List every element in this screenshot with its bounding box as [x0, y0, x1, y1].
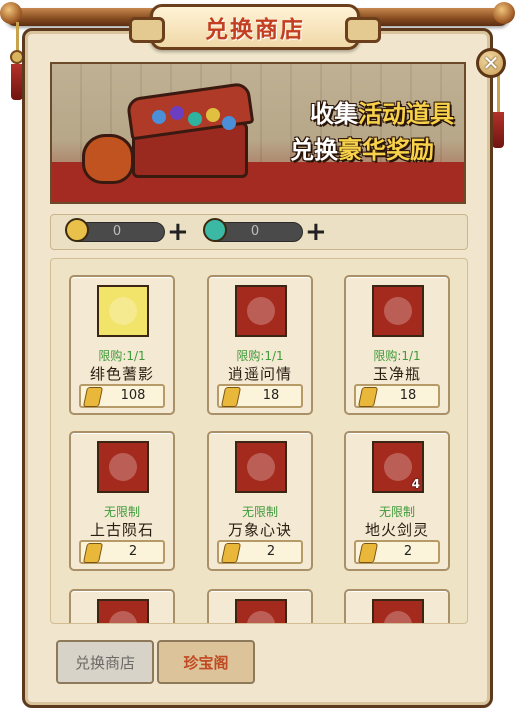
item-price: 2: [403, 544, 413, 559]
item-price: 108: [120, 388, 146, 403]
coin-bag-icon: [82, 134, 134, 184]
jade-vase-icon: [372, 285, 424, 337]
meteorite-icon: [97, 441, 149, 493]
item-price: 18: [262, 388, 280, 403]
event-banner: 收集活动道具 兑换豪华奖励: [50, 62, 466, 204]
item-price: 18: [399, 388, 417, 403]
item-count-badge: 4: [411, 477, 420, 491]
currency-jade: 0 +: [203, 218, 327, 245]
rod-knob-right: [493, 2, 515, 24]
banner-line-2: 兑换豪华奖励: [290, 136, 434, 164]
gold-leaf-coin-icon: [220, 543, 242, 563]
rod-knob-left: [0, 2, 22, 24]
tab-exchange-shop[interactable]: 兑换商店: [56, 640, 154, 684]
item-card[interactable]: 无限制上古陨石 2: [69, 431, 175, 571]
item-name: 绯色蓍影: [89, 365, 154, 383]
close-icon: ✕: [482, 51, 500, 75]
jade-ring-icon: [203, 218, 227, 242]
gold-leaf-coin-icon: [220, 387, 242, 407]
flame-spirit-icon: 4: [372, 441, 424, 493]
partial-item-icon: [235, 599, 287, 623]
gold-leaf-coin-icon: [357, 543, 379, 563]
item-card[interactable]: 限购:1/1 绯色蓍影 108: [69, 275, 175, 415]
item-name: 万象心诀: [227, 521, 292, 539]
item-card[interactable]: [207, 589, 313, 623]
item-card[interactable]: 限购:1/1 逍遥问情 18: [207, 275, 313, 415]
item-purchase-limit: 限购:1/1: [98, 349, 146, 363]
treasure-chest-icon: [122, 81, 255, 178]
partial-item-icon: [372, 599, 424, 623]
item-price-button[interactable]: 18: [217, 384, 303, 408]
currency-bar: 0 + 0 +: [50, 214, 468, 250]
item-price-button[interactable]: 108: [79, 384, 165, 408]
add-jade-button[interactable]: +: [305, 219, 327, 245]
item-price-button[interactable]: 18: [354, 384, 440, 408]
item-card[interactable]: [344, 589, 450, 623]
item-price: 2: [128, 544, 138, 559]
item-name: 上古陨石: [89, 521, 154, 539]
item-card[interactable]: 4 无限制地火剑灵 2: [344, 431, 450, 571]
item-grid[interactable]: 限购:1/1 绯色蓍影 108 限购:1/1 逍遥问情 18 限购:1/1 玉净瓶 18 无限制上…: [50, 258, 468, 624]
item-card[interactable]: 无限制万象心诀 2: [207, 431, 313, 571]
item-price-button[interactable]: 2: [79, 540, 165, 564]
item-price-button[interactable]: 2: [354, 540, 440, 564]
page-title: 兑换商店: [205, 17, 305, 43]
item-name: 地火剑灵: [364, 521, 429, 539]
item-purchase-limit: 无限制: [378, 505, 415, 519]
item-card[interactable]: 限购:1/1 玉净瓶 18: [344, 275, 450, 415]
crimson-robe-icon: [97, 285, 149, 337]
item-name: 玉净瓶: [372, 365, 421, 383]
folded-cloth-icon: [235, 285, 287, 337]
banner-line-1: 收集活动道具: [310, 100, 454, 128]
gold-leaf-coin-icon: [82, 543, 104, 563]
item-price-button[interactable]: 2: [217, 540, 303, 564]
gold-leaf-coin-icon: [82, 387, 104, 407]
add-gold-button[interactable]: +: [167, 219, 189, 245]
currency-gold: 0 +: [65, 218, 189, 245]
item-purchase-limit: 限购:1/1: [236, 349, 284, 363]
item-name: 逍遥问情: [227, 365, 292, 383]
tab-treasure-pavilion[interactable]: 珍宝阁: [157, 640, 255, 684]
item-purchase-limit: 无限制: [241, 505, 278, 519]
close-button[interactable]: ✕: [476, 48, 506, 78]
scroll-talisman-icon: [235, 441, 287, 493]
title-plate: 兑换商店: [129, 4, 381, 50]
tassel-right: [491, 72, 505, 148]
item-purchase-limit: 无限制: [103, 505, 140, 519]
partial-item-icon: [97, 599, 149, 623]
item-purchase-limit: 限购:1/1: [373, 349, 421, 363]
item-card[interactable]: [69, 589, 175, 623]
gold-leaf-coin-icon: [357, 387, 379, 407]
item-price: 2: [266, 544, 276, 559]
gold-leaf-coin-icon: [65, 218, 89, 242]
